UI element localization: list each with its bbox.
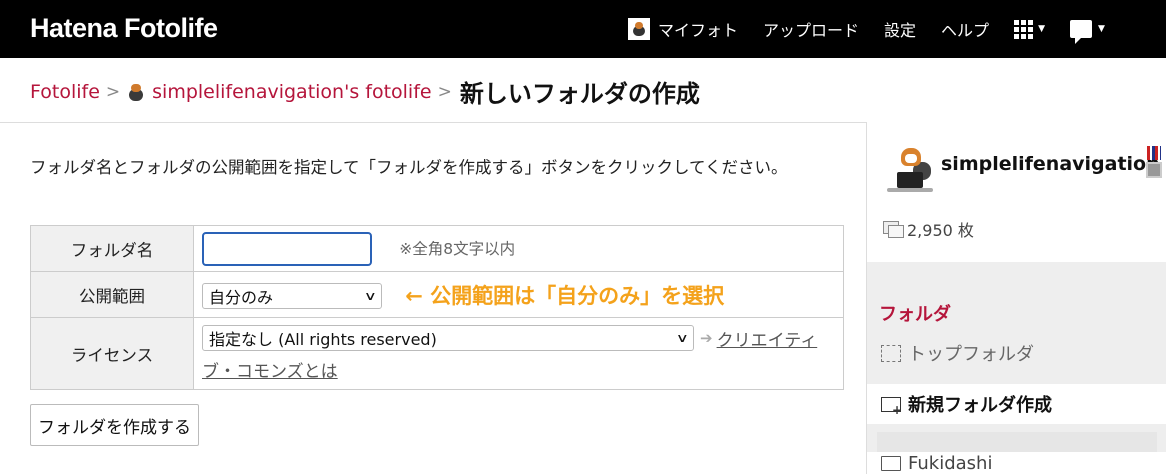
sidebar-item-fukidashi[interactable]: Fukidashi: [867, 452, 1166, 474]
nav-upload[interactable]: アップロード: [763, 17, 859, 41]
caret-down-icon: ▼: [1097, 24, 1105, 34]
folder-name-label: フォルダ名: [30, 225, 194, 272]
visibility-selected-value: 自分のみ: [209, 287, 274, 307]
folder-name-hint: ※全角8文字以内: [399, 240, 516, 258]
folder-panel: フォルダ トップフォルダ 新規フォルダ作成 Fukidashi: [867, 262, 1166, 474]
sidebar: simplelifenavigation 2,950 枚 フォルダ トップフォル…: [866, 122, 1166, 474]
top-navbar: Hatena Fotolife マイフォト アップロード 設定 ヘルプ ▼ ▼: [0, 0, 1166, 58]
breadcrumb-user-link[interactable]: simplelifenavigation's fotolife: [152, 81, 431, 103]
medal-icon: [1144, 146, 1164, 182]
folder-icon: [881, 455, 901, 471]
top-nav: マイフォト アップロード 設定 ヘルプ ▼ ▼: [628, 0, 1130, 58]
photo-count-value: 2,950 枚: [907, 221, 974, 240]
hatena-fotolife-logo[interactable]: Hatena Fotolife: [30, 13, 218, 44]
nav-my-foto-label: マイフォト: [658, 21, 739, 40]
user-cat-icon: [126, 82, 146, 102]
sidebar-item-label: トップフォルダ: [908, 344, 1034, 365]
profile-avatar[interactable]: [883, 148, 937, 198]
license-select[interactable]: 指定なし (All rights reserved) ∨: [202, 325, 694, 351]
visibility-label: 公開範囲: [30, 271, 194, 318]
visibility-annotation: ← 公開範囲は「自分のみ」を選択: [405, 283, 725, 308]
notifications-menu-button[interactable]: ▼: [1069, 20, 1105, 44]
apps-grid-icon: [1014, 19, 1034, 39]
license-selected-value: 指定なし (All rights reserved): [209, 330, 437, 349]
sidebar-username[interactable]: simplelifenavigation: [941, 154, 1161, 175]
nav-my-foto[interactable]: マイフォト: [628, 17, 738, 41]
instructions-text: フォルダ名とフォルダの公開範囲を指定して「フォルダを作成する」ボタンをクリックし…: [30, 158, 788, 177]
visibility-select[interactable]: 自分のみ ∨: [202, 282, 382, 309]
arrow-right-icon: ➔: [700, 329, 713, 347]
sidebar-item-top-folder[interactable]: トップフォルダ: [881, 340, 1034, 366]
folder-name-input[interactable]: [202, 231, 372, 266]
create-folder-button[interactable]: フォルダを作成する: [30, 404, 199, 446]
breadcrumb-separator: >: [105, 81, 121, 102]
creative-commons-link[interactable]: クリエイティ: [717, 326, 818, 351]
photo-count: 2,950 枚: [883, 217, 974, 241]
dashed-folder-icon: [881, 344, 901, 362]
folder-section-title: フォルダ: [879, 304, 951, 325]
breadcrumb-fotolife-link[interactable]: Fotolife: [30, 81, 100, 103]
speech-bubble-icon: [1069, 20, 1092, 44]
caret-down-icon: ▼: [1038, 24, 1045, 34]
divider: [0, 122, 866, 123]
chevron-down-icon: ∨: [364, 288, 378, 303]
sidebar-item-label: 新規フォルダ作成: [908, 395, 1052, 416]
create-folder-form: フォルダ名 ※全角8文字以内 公開範囲 自分のみ ∨ ← 公開範囲は「自分のみ」…: [30, 225, 844, 390]
license-label: ライセンス: [30, 317, 194, 390]
nav-help[interactable]: ヘルプ: [941, 17, 989, 41]
breadcrumb-separator: >: [437, 81, 452, 102]
sidebar-item-label: Fukidashi: [908, 452, 993, 474]
new-folder-icon: [881, 396, 902, 417]
breadcrumb: Fotolife > simplelifenavigation's fotoli…: [30, 74, 700, 109]
page-title: 新しいフォルダの作成: [459, 80, 700, 108]
creative-commons-link-cont[interactable]: ブ・コモンズとは: [202, 357, 835, 382]
nav-settings[interactable]: 設定: [884, 17, 916, 41]
photos-icon: [883, 221, 905, 238]
chevron-down-icon: ∨: [676, 331, 690, 345]
sidebar-item-new-folder[interactable]: 新規フォルダ作成: [867, 384, 1166, 424]
apps-menu-button[interactable]: ▼: [1014, 19, 1045, 39]
user-avatar-icon: [628, 18, 650, 40]
